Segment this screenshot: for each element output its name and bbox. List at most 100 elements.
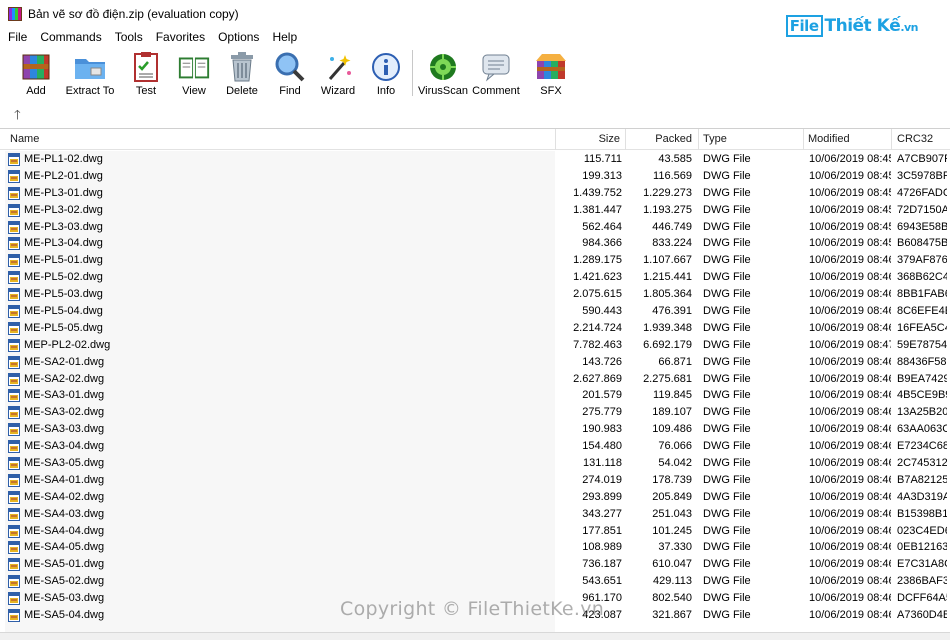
table-row[interactable]: ME-SA4-05.dwg 108.989 37.330 DWG File 10/06/… [0,539,950,556]
test-button[interactable]: Test [126,46,166,97]
table-row[interactable]: ME-PL1-02.dwg 115.711 43.585 DWG File 10/06/… [0,151,950,168]
file-list: ^ Name Size Packed Type Modified CRC32 M… [0,128,950,640]
table-row[interactable]: ME-PL5-05.dwg 2.214.724 1.939.348 DWG File 1… [0,320,950,337]
file-name: MEP-PL2-02.dwg [24,338,111,351]
file-packed: 76.066 [658,440,692,453]
file-name: ME-SA4-03.dwg [24,507,105,520]
file-type: DWG File [703,220,751,233]
file-type: DWG File [703,457,751,470]
file-rows: ME-PL1-02.dwg 115.711 43.585 DWG File 10/06/… [0,151,950,624]
up-arrow-icon[interactable]: 🡑 [14,106,21,128]
file-name: ME-SA5-02.dwg [24,575,105,588]
menu-favorites[interactable]: Favorites [149,30,211,44]
table-row[interactable]: ME-SA3-03.dwg 190.983 109.486 DWG File 10/06… [0,421,950,438]
table-row[interactable]: ME-PL3-02.dwg 1.381.447 1.193.275 DWG File 1… [0,202,950,219]
file-modified: 10/06/2019 08:46 [809,440,891,453]
virusscan-button[interactable]: VirusScan [418,46,468,97]
table-row[interactable]: ME-SA3-02.dwg 275.779 189.107 DWG File 10/06… [0,404,950,421]
comment-button[interactable]: Comment [471,46,521,97]
virusscan-label: VirusScan [418,85,468,97]
table-row[interactable]: ME-PL3-04.dwg 984.366 833.224 DWG File 10/06… [0,235,950,252]
table-row[interactable]: ME-PL3-03.dwg 562.464 446.749 DWG File 10/06… [0,219,950,236]
file-name: ME-PL3-02.dwg [24,203,103,216]
table-row[interactable]: ME-SA3-01.dwg 201.579 119.845 DWG File 10/06… [0,387,950,404]
menu-help[interactable]: Help [265,30,303,44]
table-row[interactable]: ME-SA4-02.dwg 293.899 205.849 DWG File 10/06… [0,489,950,506]
file-name: ME-PL3-03.dwg [24,220,103,233]
file-crc32: 3C5978BF [897,169,947,182]
column-crc32[interactable]: CRC32 [893,129,950,150]
file-type: DWG File [703,389,751,402]
file-size: 543.651 [582,575,622,588]
extract-to-button[interactable]: Extract To [64,46,116,97]
table-row[interactable]: ME-SA2-02.dwg 2.627.869 2.275.681 DWG File 1… [0,371,950,388]
file-size: 2.627.869 [573,372,622,385]
file-packed: 2.275.681 [643,372,692,385]
file-crc32: E7C31A8C [897,558,947,571]
window-title: Bản vẽ sơ đồ điện.zip (evaluation copy) [28,7,239,21]
table-row[interactable]: ME-SA2-01.dwg 143.726 66.871 DWG File 10/06/… [0,354,950,371]
table-row[interactable]: ME-SA4-03.dwg 343.277 251.043 DWG File 10/06… [0,506,950,523]
file-crc32: A7360D4B [897,609,947,622]
column-size[interactable]: Size [556,129,624,150]
table-row[interactable]: ME-PL5-02.dwg 1.421.623 1.215.441 DWG File 1… [0,269,950,286]
file-name: ME-SA4-01.dwg [24,473,105,486]
table-row[interactable]: ME-SA3-05.dwg 131.118 54.042 DWG File 10/06/… [0,455,950,472]
file-type: DWG File [703,321,751,334]
column-divider[interactable] [891,129,892,150]
file-type: DWG File [703,592,751,605]
column-name[interactable]: Name [6,129,554,150]
table-row[interactable]: MEP-PL2-02.dwg 7.782.463 6.692.179 DWG File… [0,337,950,354]
file-size: 343.277 [582,507,622,520]
view-button[interactable]: View [174,46,214,97]
file-type: DWG File [703,558,751,571]
file-modified: 10/06/2019 08:46 [809,271,891,284]
menu-commands[interactable]: Commands [33,30,107,44]
test-label: Test [135,85,157,97]
column-packed[interactable]: Packed [626,129,696,150]
file-name: ME-PL3-01.dwg [24,186,103,199]
table-row[interactable]: ME-PL2-01.dwg 199.313 116.569 DWG File 10/06… [0,168,950,185]
menu-file[interactable]: File [0,30,33,44]
wizard-button[interactable]: Wizard [318,46,358,97]
menu-tools[interactable]: Tools [108,30,149,44]
menu-options[interactable]: Options [211,30,265,44]
file-packed: 1.193.275 [643,203,692,216]
file-crc32: 0EB12163 [897,541,947,554]
file-size: 131.118 [583,457,622,470]
toolbar: Add Extract To Test View Delete Find Wiz… [0,46,950,102]
file-packed: 476.391 [652,305,692,318]
file-crc32: 8C6EFE4E [897,305,947,318]
table-row[interactable]: ME-SA4-04.dwg 177.851 101.245 DWG File 10/06… [0,523,950,540]
info-button[interactable]: Info [366,46,406,97]
file-size: 293.899 [582,490,622,503]
file-type: DWG File [703,305,751,318]
file-crc32: 16FEA5C4 [897,321,947,334]
file-type: DWG File [703,288,751,301]
find-button[interactable]: Find [270,46,310,97]
table-row[interactable]: ME-SA4-01.dwg 274.019 178.739 DWG File 10/06… [0,472,950,489]
extract-to-label: Extract To [65,85,115,97]
file-modified: 10/06/2019 08:46 [809,457,891,470]
file-packed: 1.939.348 [643,321,692,334]
file-name: ME-SA4-02.dwg [24,490,105,503]
column-modified[interactable]: Modified [804,129,890,150]
table-row[interactable]: ME-SA5-02.dwg 543.651 429.113 DWG File 10/06… [0,573,950,590]
delete-button[interactable]: Delete [222,46,262,97]
column-type[interactable]: Type [699,129,803,150]
table-row[interactable]: ME-SA5-01.dwg 736.187 610.047 DWG File 10/06… [0,556,950,573]
table-row[interactable]: ME-PL3-01.dwg 1.439.752 1.229.273 DWG File 1… [0,185,950,202]
file-size: 984.366 [582,237,622,250]
copyright-watermark: Copyright © FileThietKe.vn [340,598,605,620]
file-crc32: 88436F58 [897,355,947,368]
find-label: Find [279,85,301,97]
file-crc32: 8BB1FAB6 [897,288,947,301]
sfx-button[interactable]: SFX [531,46,571,97]
table-row[interactable]: ME-SA3-04.dwg 154.480 76.066 DWG File 10/06/… [0,438,950,455]
table-row[interactable]: ME-PL5-04.dwg 590.443 476.391 DWG File 10/06… [0,303,950,320]
table-row[interactable]: ME-PL5-01.dwg 1.289.175 1.107.667 DWG File 1… [0,252,950,269]
file-modified: 10/06/2019 08:46 [809,288,891,301]
table-row[interactable]: ME-PL5-03.dwg 2.075.615 1.805.364 DWG File 1… [0,286,950,303]
add-button[interactable]: Add [18,46,54,97]
file-packed: 109.486 [652,423,692,436]
